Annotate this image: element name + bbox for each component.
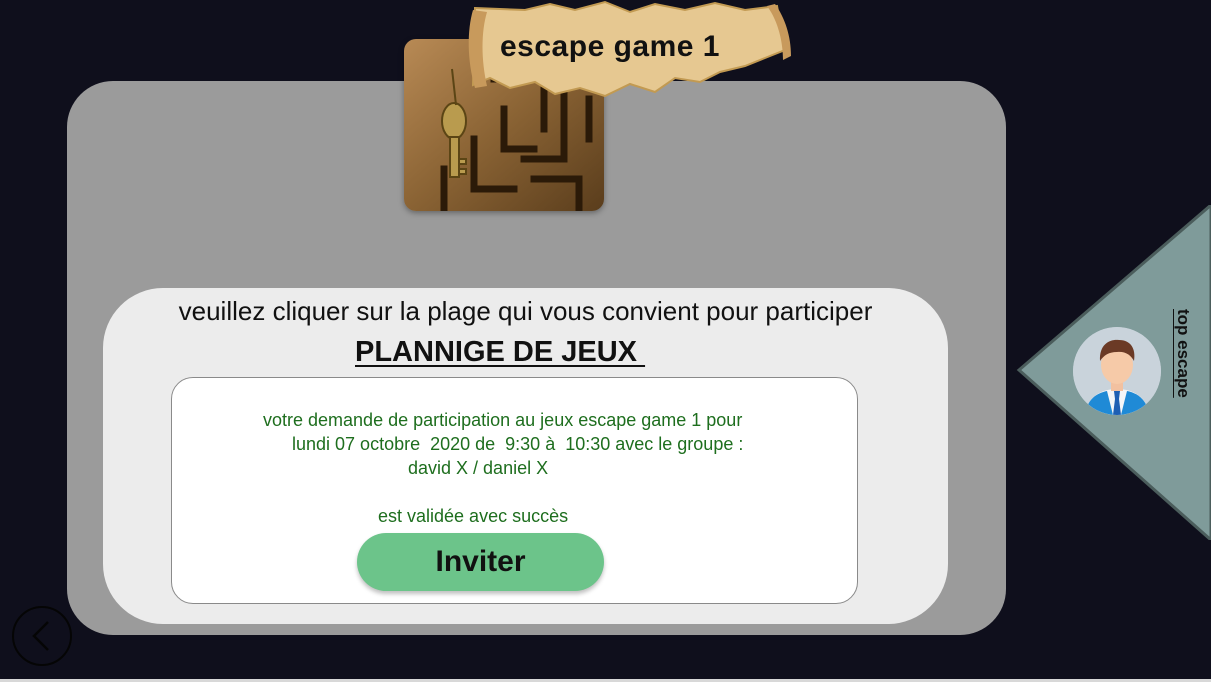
planning-title: PLANNIGE DE JEUX [355, 336, 646, 368]
user-avatar-icon[interactable] [1073, 327, 1161, 415]
confirmation-line-3: david X / daniel X [408, 458, 549, 478]
top-escape-label: top escape [1174, 309, 1193, 398]
confirmation-line-1: votre demande de participation au jeux e… [263, 410, 743, 430]
confirmation-success: est validée avec succès [378, 506, 569, 526]
invite-button[interactable]: Inviter [357, 533, 604, 591]
back-button[interactable] [12, 606, 72, 666]
instruction-text: veuillez cliquer sur la plage qui vous c… [178, 296, 873, 326]
confirmation-line-2: lundi 07 octobre 2020 de 9:30 à 10:30 av… [292, 434, 744, 454]
chevron-left-icon [32, 621, 49, 651]
top-escape-link[interactable]: top escape [1173, 309, 1193, 409]
game-title: escape game 1 [500, 30, 720, 63]
